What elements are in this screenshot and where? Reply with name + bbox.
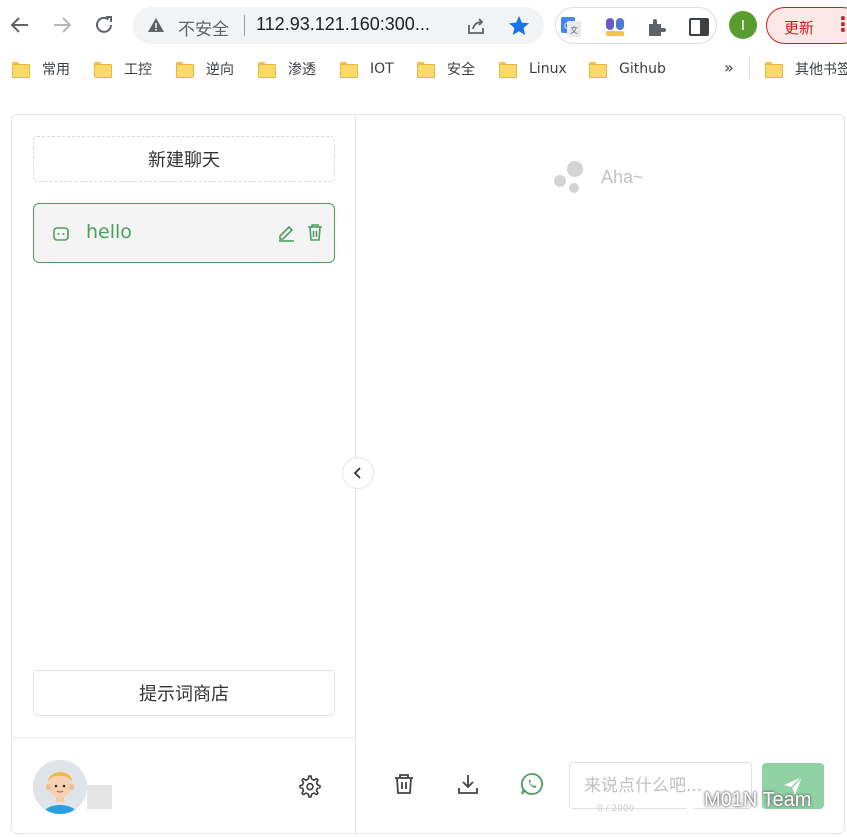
security-label[interactable]: 不安全: [178, 15, 229, 40]
folder-icon: [589, 62, 607, 78]
reload-button[interactable]: [89, 10, 119, 40]
chat-main: Aha~ 0 / 2000: [357, 115, 844, 833]
translate-extension-icon[interactable]: G文: [560, 16, 582, 38]
bookmarks-divider: [749, 57, 750, 79]
update-button[interactable]: 更新 ⋮: [766, 7, 847, 44]
chat-title: hello: [86, 221, 132, 243]
bubbles-icon: [554, 161, 583, 193]
chat-app: 新建聊天 hello 提示词商店 Aha~ 来说点什么吧... 0 / 2000: [11, 114, 845, 834]
clear-chat-button[interactable]: [389, 769, 419, 799]
address-bar[interactable]: 不安全 112.93.121.160:300...: [133, 7, 544, 44]
chat-list-item[interactable]: hello: [33, 203, 335, 263]
bookmark-folder[interactable]: 安全: [417, 58, 475, 80]
avatar-placeholder-block: [87, 785, 112, 809]
bookmarks-overflow-button[interactable]: »: [724, 58, 734, 77]
wechat-logo-icon: [672, 791, 698, 809]
export-button[interactable]: [453, 769, 483, 799]
download-icon: [458, 775, 478, 794]
robot-chat-icon: [53, 227, 69, 241]
bookmark-label: 安全: [447, 62, 475, 78]
bookmark-folder[interactable]: IOT: [340, 58, 394, 80]
prompt-store-button[interactable]: 提示词商店: [33, 670, 335, 716]
folder-icon: [340, 62, 358, 78]
bookmark-label: 逆向: [206, 62, 234, 78]
other-bookmarks-folder[interactable]: 其他书签: [765, 58, 847, 80]
side-panel-icon[interactable]: [688, 16, 710, 38]
bookmark-folder[interactable]: 工控: [94, 58, 152, 80]
bookmark-label: Linux: [529, 61, 567, 77]
bookmark-star-icon[interactable]: [507, 14, 531, 38]
back-button[interactable]: [5, 10, 35, 40]
share-icon[interactable]: [465, 15, 487, 37]
bookmark-label: Github: [619, 61, 666, 77]
sidebar: 新建聊天 hello 提示词商店: [12, 115, 356, 833]
folder-icon: [417, 62, 435, 78]
bookmark-label: 其他书签: [795, 62, 847, 78]
empty-state: Aha~: [553, 159, 673, 199]
new-chat-button[interactable]: 新建聊天: [33, 136, 335, 182]
bookmark-label: 常用: [42, 62, 70, 78]
warning-icon[interactable]: [147, 16, 165, 34]
browser-toolbar: 不安全 112.93.121.160:300... G文 I 更新 ⋮: [0, 0, 847, 50]
profile-avatar[interactable]: I: [729, 11, 757, 39]
folder-icon: [258, 62, 276, 78]
forward-button[interactable]: [47, 10, 77, 40]
input-character-counter: 0 / 2000: [597, 804, 635, 814]
url-text[interactable]: 112.93.121.160:300...: [256, 14, 430, 35]
whatsapp-history-icon: [521, 773, 543, 795]
folder-icon: [499, 62, 517, 78]
bookmark-label: 工控: [124, 62, 152, 78]
user-avatar-illustration: [33, 760, 87, 814]
folder-icon: [12, 62, 30, 78]
bookmark-folder[interactable]: Github: [589, 58, 666, 80]
empty-state-text: Aha~: [601, 167, 644, 187]
bookmark-label: 渗透: [288, 62, 316, 78]
puzzle-extension-icon[interactable]: [646, 16, 668, 38]
watermark-text: M01N Team: [704, 789, 812, 811]
bookmark-label: IOT: [370, 61, 394, 77]
arrow-left-icon: [10, 17, 28, 33]
settings-gear-icon[interactable]: [296, 773, 322, 799]
bookmark-folder[interactable]: 逆向: [176, 58, 234, 80]
svg-text:文: 文: [570, 25, 578, 35]
trash-icon: [395, 774, 413, 794]
edit-icon[interactable]: [277, 223, 296, 242]
folder-icon: [94, 62, 112, 78]
menu-dots-icon[interactable]: ⋮: [833, 12, 847, 36]
extensions-area: G文: [555, 7, 717, 44]
sidebar-divider: [12, 737, 356, 738]
update-label: 更新: [784, 19, 815, 37]
watermark: M01N Team: [672, 789, 811, 812]
user-avatar[interactable]: [33, 760, 87, 814]
reload-icon: [96, 16, 112, 33]
bookmark-folder[interactable]: 常用: [12, 58, 70, 80]
arrow-right-icon: [54, 17, 72, 33]
omnibox-divider: [244, 15, 245, 36]
ai-extension-icon[interactable]: [604, 16, 626, 38]
bookmark-folder[interactable]: Linux: [499, 58, 567, 80]
bookmarks-bar: 常用 工控 逆向 渗透 IOT 安全 Linux Github 其他书签: [0, 52, 847, 86]
folder-icon: [765, 62, 783, 78]
folder-icon: [176, 62, 194, 78]
delete-icon[interactable]: [306, 223, 324, 242]
bookmark-folder[interactable]: 渗透: [258, 58, 316, 80]
history-toggle-button[interactable]: [517, 769, 547, 799]
